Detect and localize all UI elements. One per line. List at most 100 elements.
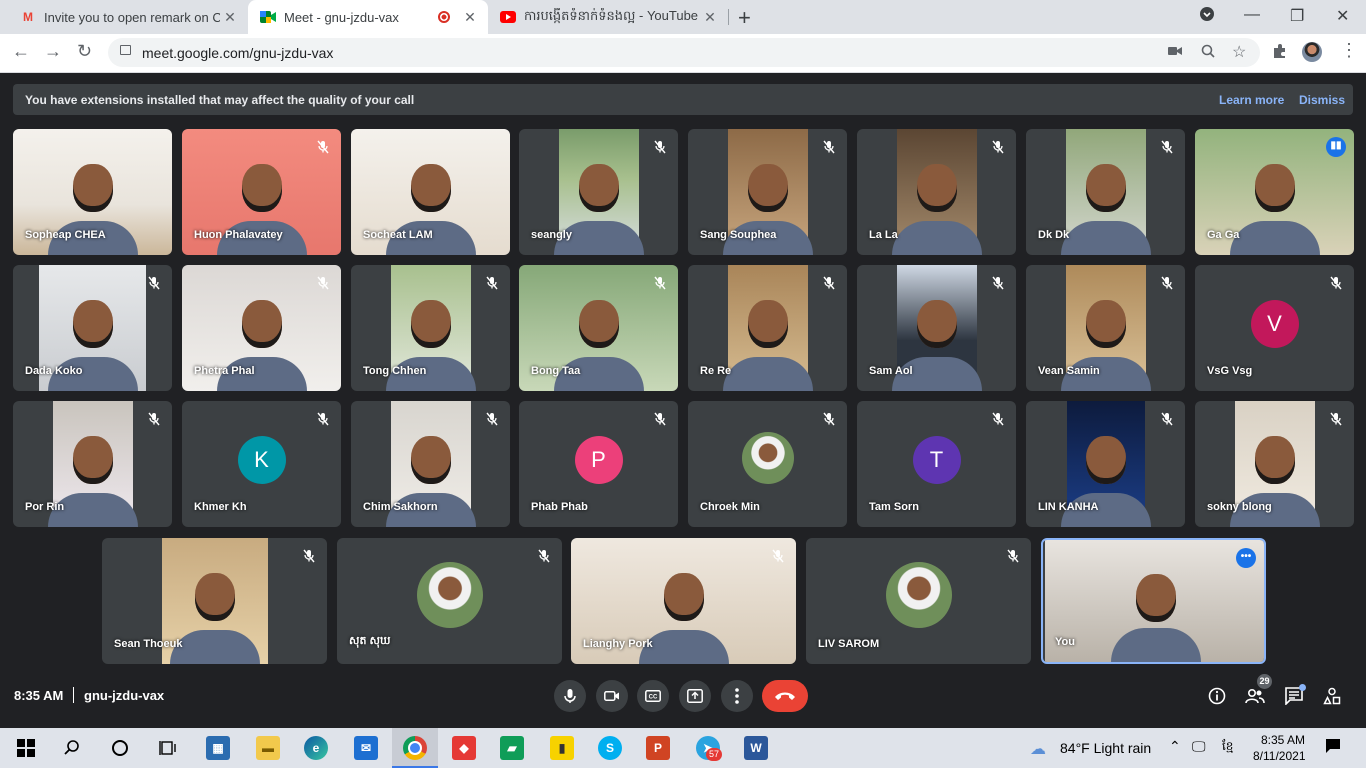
chrome-taskbar-item[interactable]: [392, 728, 438, 768]
file-explorer-icon[interactable]: ▬: [256, 736, 280, 760]
meeting-details-button[interactable]: [1205, 684, 1229, 708]
participant-tile[interactable]: Por Rin: [13, 401, 172, 527]
participant-name: Tam Sorn: [869, 501, 919, 513]
hangouts-chat-icon[interactable]: ▰: [500, 736, 524, 760]
edge-browser-icon[interactable]: e: [304, 736, 328, 760]
participant-tile[interactable]: Tong Chhen: [351, 265, 510, 391]
back-arrow-icon[interactable]: ←: [12, 41, 30, 62]
dismiss-button[interactable]: Dismiss: [1299, 93, 1345, 107]
participant-tile[interactable]: LIN KANHA: [1026, 401, 1185, 527]
forward-arrow-icon[interactable]: →: [44, 41, 62, 62]
participant-tile[interactable]: Lianghy Pork: [571, 538, 796, 664]
participant-tile[interactable]: Sam Aol: [857, 265, 1016, 391]
participant-tile[interactable]: seangly: [519, 129, 678, 255]
new-tab-button[interactable]: +: [738, 5, 751, 31]
participant-tile[interactable]: Sopheap CHEA: [13, 129, 172, 255]
participant-tile[interactable]: sokny blong: [1195, 401, 1354, 527]
leave-call-button[interactable]: [762, 680, 808, 712]
captions-button[interactable]: CC: [637, 680, 669, 712]
close-tab-icon[interactable]: ✕: [460, 9, 480, 26]
anydesk-icon[interactable]: ◆: [452, 736, 476, 760]
participant-tile[interactable]: Sang Souphea: [688, 129, 847, 255]
participant-tile[interactable]: V VsG Vsg: [1195, 265, 1354, 391]
powerpoint-icon[interactable]: P: [646, 736, 670, 760]
show-hidden-icons[interactable]: ⌃: [1169, 738, 1181, 755]
participant-name: Socheat LAM: [363, 229, 433, 241]
camera-icon[interactable]: [1168, 44, 1182, 60]
tab-divider: [728, 9, 729, 25]
person-silhouette: [241, 300, 282, 349]
search-icon[interactable]: [60, 736, 84, 760]
control-panel-icon[interactable]: ▦: [206, 736, 230, 760]
participant-tile[interactable]: Vean Samin: [1026, 265, 1185, 391]
skype-icon[interactable]: S: [598, 736, 622, 760]
person-shoulders: [169, 630, 260, 664]
tab-search-icon[interactable]: [1199, 6, 1215, 27]
profile-avatar[interactable]: [1302, 42, 1322, 62]
participant-tile[interactable]: សុត សុឃ: [337, 538, 562, 664]
participant-tile[interactable]: You •••: [1041, 538, 1266, 664]
participant-tile[interactable]: Chim Sakhorn: [351, 401, 510, 527]
tile-options-icon[interactable]: •••: [1236, 548, 1256, 568]
minimize-button[interactable]: —: [1244, 6, 1260, 24]
learn-more-link[interactable]: Learn more: [1219, 93, 1284, 107]
person-silhouette: [1254, 164, 1295, 213]
camera-button[interactable]: [596, 680, 628, 712]
participant-tile[interactable]: Dada Koko: [13, 265, 172, 391]
captions-icon: CC: [645, 690, 661, 702]
bookmark-star-icon[interactable]: ☆: [1232, 42, 1246, 62]
participant-tile[interactable]: Re Re: [688, 265, 847, 391]
participant-name: Khmer Kh: [194, 501, 247, 513]
tab-youtube[interactable]: ការបង្កើតទំនាក់ទំនងល្អ - YouTube ✕: [488, 0, 728, 34]
mail-icon[interactable]: ✉: [354, 736, 378, 760]
extensions-puzzle-icon[interactable]: [1272, 43, 1288, 64]
participant-tile[interactable]: Dk Dk: [1026, 129, 1185, 255]
participant-tile[interactable]: Huon Phalavatey: [182, 129, 341, 255]
present-button[interactable]: [679, 680, 711, 712]
notifications-icon[interactable]: [1325, 738, 1341, 759]
weather-icon[interactable]: ☁: [1030, 739, 1046, 759]
weather-widget[interactable]: 84°F Light rain: [1060, 740, 1151, 756]
chat-button[interactable]: [1282, 684, 1306, 708]
word-icon[interactable]: W: [744, 736, 768, 760]
participant-name: seangly: [531, 229, 572, 241]
close-tab-icon[interactable]: ✕: [700, 9, 720, 26]
network-icon[interactable]: 🖵: [1192, 738, 1206, 755]
telegram-badge: 57: [706, 748, 723, 761]
zoom-icon[interactable]: [1201, 44, 1215, 61]
language-icon[interactable]: ខ្មែ: [1222, 738, 1233, 756]
tab-gmail[interactable]: M Invite you to open remark on CB0 ✕: [8, 0, 248, 34]
activities-button[interactable]: [1320, 684, 1344, 708]
maximize-button[interactable]: ❐: [1290, 6, 1304, 26]
chrome-menu-icon[interactable]: ⋮: [1340, 40, 1358, 61]
reload-icon[interactable]: ↻: [77, 41, 92, 62]
participant-tile[interactable]: P Phab Phab: [519, 401, 678, 527]
address-bar[interactable]: meet.google.com/gnu-jzdu-vax ☆: [108, 38, 1260, 67]
participant-tile[interactable]: Socheat LAM: [351, 129, 510, 255]
sticky-notes-icon[interactable]: ▮: [550, 736, 574, 760]
participant-tile[interactable]: La La: [857, 129, 1016, 255]
participant-name: You: [1055, 636, 1075, 648]
tab-meet[interactable]: Meet - gnu-jzdu-vax ✕: [248, 0, 488, 34]
participant-tile[interactable]: Chroek Min: [688, 401, 847, 527]
participant-tile[interactable]: LIV SAROM: [806, 538, 1031, 664]
microphone-button[interactable]: [554, 680, 586, 712]
person-silhouette: [410, 300, 451, 349]
close-tab-icon[interactable]: ✕: [220, 9, 240, 26]
close-window-button[interactable]: ✕: [1336, 6, 1349, 26]
participant-tile[interactable]: Bong Taa: [519, 265, 678, 391]
browser-toolbar: ← → ↻ meet.google.com/gnu-jzdu-vax ☆ ⋮: [0, 34, 1366, 73]
windows-start-icon[interactable]: [14, 736, 38, 760]
participant-tile[interactable]: Sean Thoeuk: [102, 538, 327, 664]
system-clock[interactable]: 8:35 AM 8/11/2021: [1253, 732, 1306, 764]
participant-tile[interactable]: Ga Ga ▮▮: [1195, 129, 1354, 255]
participant-tile[interactable]: K Khmer Kh: [182, 401, 341, 527]
person-silhouette: [1085, 436, 1126, 485]
task-view-icon[interactable]: [156, 736, 180, 760]
participant-tile[interactable]: T Tam Sorn: [857, 401, 1016, 527]
participant-tile[interactable]: Phetra Phal: [182, 265, 341, 391]
muted-mic-icon: [484, 411, 500, 427]
participant-profile-photo: [741, 432, 794, 484]
cortana-icon[interactable]: [108, 736, 132, 760]
more-options-button[interactable]: [721, 680, 753, 712]
